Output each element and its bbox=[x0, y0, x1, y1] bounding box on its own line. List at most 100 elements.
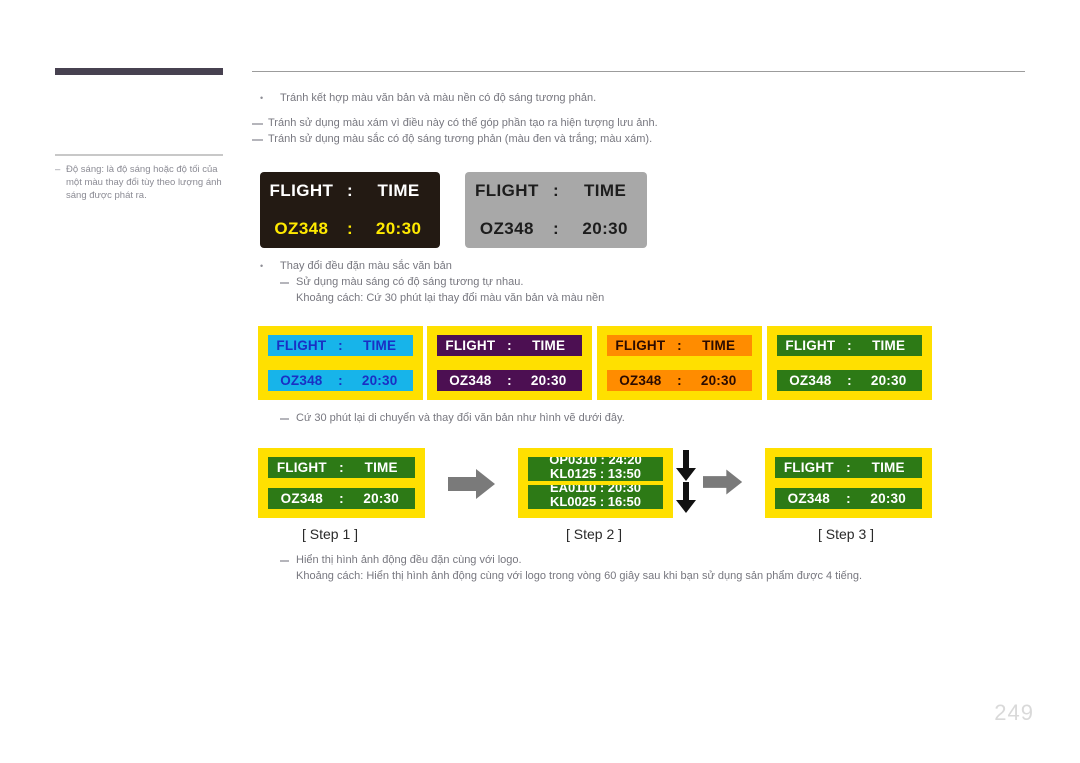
flight-time: 20:30 bbox=[582, 219, 628, 238]
arrow-down-icon bbox=[676, 482, 696, 513]
step1-value: OZ348 : 20:30 bbox=[268, 488, 415, 509]
colon-separator: : bbox=[507, 373, 512, 388]
flight-label: FLIGHT bbox=[276, 460, 327, 475]
colon-separator: : bbox=[677, 373, 682, 388]
dash-avoid-gray: Tránh sử dụng màu xám vì điều này có thể… bbox=[252, 115, 1032, 131]
time-label: TIME bbox=[363, 338, 397, 353]
colon-separator: : bbox=[847, 338, 852, 353]
flight-board-purple-header: FLIGHT : TIME bbox=[437, 335, 582, 356]
flight-board-purple: FLIGHT : TIME OZ348 : 20:30 bbox=[427, 326, 592, 400]
flight-code: OZ348 bbox=[789, 373, 832, 388]
flight-label: FLIGHT bbox=[276, 338, 327, 353]
flight-code: OZ348 bbox=[449, 373, 492, 388]
flight-time: 20:30 bbox=[870, 373, 907, 388]
colon-separator: : bbox=[507, 338, 512, 353]
flight-code: OZ348 bbox=[479, 219, 534, 238]
time-label: TIME bbox=[377, 181, 420, 200]
flight-board-dark: FLIGHT : TIME OZ348 : 20:30 bbox=[260, 172, 440, 248]
bullet-contrast-warning: Tránh kết hợp màu văn bản và màu nền có … bbox=[252, 90, 1032, 106]
flight-board-gray: FLIGHT : TIME OZ348 : 20:30 bbox=[465, 172, 647, 248]
flight-board-dark-value: OZ348 : 20:30 bbox=[260, 210, 440, 248]
header-rule bbox=[252, 71, 1025, 72]
sub-interval-30min: Khoảng cách: Cứ 30 phút lại thay đổi màu… bbox=[296, 292, 605, 304]
flight-board-green: FLIGHT : TIME OZ348 : 20:30 bbox=[767, 326, 932, 400]
flight-code: OZ348 bbox=[619, 373, 662, 388]
step2-scroll-top-line2: KL0125 : 13:50 bbox=[549, 466, 642, 481]
step2-scroll-top: OP0310 : 24:20 KL0125 : 13:50 bbox=[528, 457, 663, 481]
colon-separator: : bbox=[338, 338, 343, 353]
text-block-move-text: Cứ 30 phút lại di chuyển và thay đổi văn… bbox=[252, 410, 1032, 426]
flight-label: FLIGHT bbox=[615, 338, 666, 353]
flight-code: OZ348 bbox=[280, 373, 323, 388]
flight-board-purple-value: OZ348 : 20:30 bbox=[437, 370, 582, 391]
step2-caption: [ Step 2 ] bbox=[566, 526, 623, 542]
bullet-change-text-color: Thay đổi đều đặn màu sắc văn bản bbox=[252, 258, 1032, 274]
flight-time: 20:30 bbox=[870, 491, 906, 506]
flight-time: 20:30 bbox=[361, 373, 398, 388]
text-block-color-change: Thay đổi đều đặn màu sắc văn bản Sử dụng… bbox=[252, 258, 1032, 306]
arrow-right-icon bbox=[703, 469, 743, 495]
colon-separator: : bbox=[846, 460, 851, 475]
time-label: TIME bbox=[584, 181, 627, 200]
flight-board-cyan-value: OZ348 : 20:30 bbox=[268, 370, 413, 391]
flight-label: FLIGHT bbox=[783, 460, 834, 475]
step2-flight-board: OP0310 : 24:20 KL0125 : 13:50 EA0110 : 2… bbox=[518, 448, 673, 518]
dash-avoid-contrast: Tránh sử dụng màu sắc có độ sáng tương p… bbox=[252, 131, 1032, 147]
flight-board-orange-header: FLIGHT : TIME bbox=[607, 335, 752, 356]
step1-header: FLIGHT : TIME bbox=[268, 457, 415, 478]
time-label: TIME bbox=[872, 338, 906, 353]
sidebar-note-dash: – bbox=[55, 164, 61, 175]
arrow-right-icon bbox=[448, 469, 495, 499]
flight-board-gray-value: OZ348 : 20:30 bbox=[465, 210, 647, 248]
flight-board-cyan: FLIGHT : TIME OZ348 : 20:30 bbox=[258, 326, 423, 400]
flight-label: FLIGHT bbox=[445, 338, 496, 353]
document-page: – Độ sáng: là độ sáng hoặc độ tối của mộ… bbox=[0, 0, 1080, 763]
flight-time: 20:30 bbox=[363, 491, 399, 506]
colon-separator: : bbox=[552, 181, 560, 200]
sub-use-similar-brightness: Sử dụng màu sáng có độ sáng tương tự nha… bbox=[252, 274, 1032, 290]
flight-board-dark-header: FLIGHT : TIME bbox=[260, 172, 440, 210]
step3-caption: [ Step 3 ] bbox=[818, 526, 875, 542]
dash-avoid-gray-text: Tránh sử dụng màu xám vì điều này có thể… bbox=[268, 117, 658, 129]
colon-separator: : bbox=[847, 373, 852, 388]
flight-board-gray-header: FLIGHT : TIME bbox=[465, 172, 647, 210]
step3-flight-board: FLIGHT : TIME OZ348 : 20:30 bbox=[765, 448, 932, 518]
colon-separator: : bbox=[552, 219, 560, 238]
flight-board-green-header: FLIGHT : TIME bbox=[777, 335, 922, 356]
flight-board-cyan-header: FLIGHT : TIME bbox=[268, 335, 413, 356]
colon-separator: : bbox=[346, 181, 354, 200]
step1-caption: [ Step 1 ] bbox=[302, 526, 359, 542]
sidebar-note-text: Độ sáng: là độ sáng hoặc độ tối của một … bbox=[66, 164, 222, 201]
sub-show-animation-with-logo: Hiển thị hình ảnh động đều đặn cùng với … bbox=[252, 552, 1052, 568]
dash-avoid-contrast-text: Tránh sử dụng màu sắc có độ sáng tương p… bbox=[268, 133, 653, 145]
sidebar-note-rule bbox=[55, 154, 223, 156]
colon-separator: : bbox=[677, 338, 682, 353]
colon-separator: : bbox=[346, 219, 354, 238]
flight-code: OZ348 bbox=[280, 491, 323, 506]
arrow-down-icon bbox=[676, 450, 696, 481]
page-number: 249 bbox=[994, 700, 1034, 725]
sidebar-note: – Độ sáng: là độ sáng hoặc độ tối của mộ… bbox=[55, 163, 235, 202]
step1-flight-board: FLIGHT : TIME OZ348 : 20:30 bbox=[258, 448, 425, 518]
step2-scroll-bottom: EA0110 : 20:30 KL0025 : 16:50 bbox=[528, 485, 663, 509]
text-block-logo-animation: Hiển thị hình ảnh động đều đặn cùng với … bbox=[252, 552, 1052, 584]
flight-time: 20:30 bbox=[530, 373, 567, 388]
flight-label: FLIGHT bbox=[474, 181, 539, 200]
time-label: TIME bbox=[364, 460, 398, 475]
flight-label: FLIGHT bbox=[785, 338, 836, 353]
colon-separator: : bbox=[339, 491, 344, 506]
step3-value: OZ348 : 20:30 bbox=[775, 488, 922, 509]
flight-time: 20:30 bbox=[375, 219, 422, 238]
flight-board-green-value: OZ348 : 20:30 bbox=[777, 370, 922, 391]
flight-board-orange: FLIGHT : TIME OZ348 : 20:30 bbox=[597, 326, 762, 400]
colon-separator: : bbox=[846, 491, 851, 506]
time-label: TIME bbox=[532, 338, 566, 353]
main-content-column: Tránh kết hợp màu văn bản và màu nền có … bbox=[252, 90, 1032, 147]
flight-code: OZ348 bbox=[787, 491, 830, 506]
step3-header: FLIGHT : TIME bbox=[775, 457, 922, 478]
header-accent-bar bbox=[55, 68, 223, 75]
colon-separator: : bbox=[338, 373, 343, 388]
colon-separator: : bbox=[339, 460, 344, 475]
flight-board-orange-value: OZ348 : 20:30 bbox=[607, 370, 752, 391]
flight-label: FLIGHT bbox=[269, 181, 334, 200]
